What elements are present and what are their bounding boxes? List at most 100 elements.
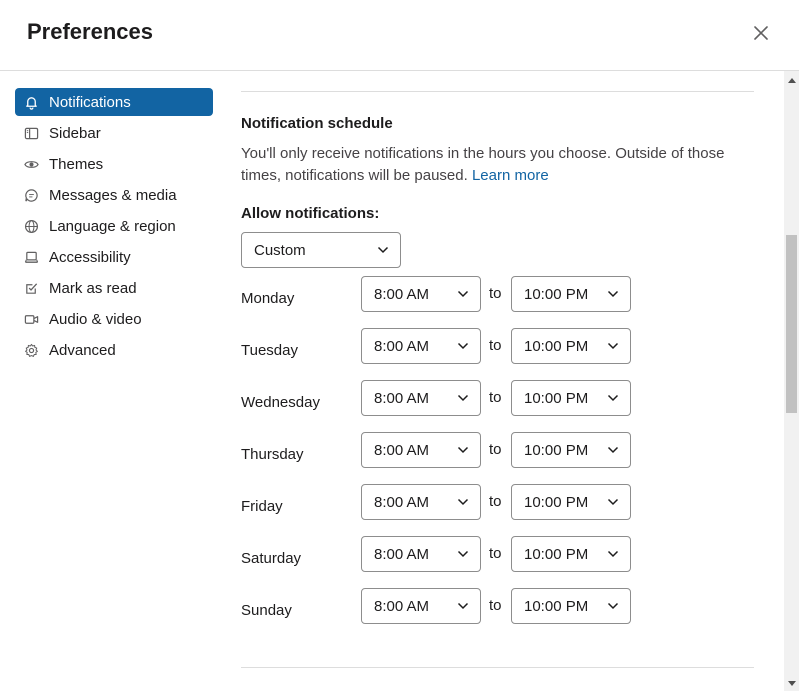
day-label: Thursday — [241, 446, 304, 463]
learn-more-link[interactable]: Learn more — [472, 167, 549, 184]
close-icon — [754, 26, 768, 40]
sidebar-item-advanced[interactable]: Advanced — [15, 336, 213, 364]
end-time-value: 10:00 PM — [524, 389, 589, 407]
gear-icon — [23, 342, 39, 358]
bell-icon — [23, 94, 39, 110]
end-time-select[interactable]: 10:00 PM — [511, 328, 631, 364]
sidebar-icon — [23, 125, 39, 141]
start-time-value: 8:00 AM — [374, 285, 430, 303]
end-time-value: 10:00 PM — [524, 597, 589, 615]
chevron-down-icon — [606, 495, 620, 509]
dialog-header: Preferences — [0, 0, 799, 71]
scroll-down-arrow[interactable] — [786, 678, 797, 690]
sidebar-item-label: Mark as read — [49, 279, 137, 297]
end-time-select[interactable]: 10:00 PM — [511, 380, 631, 416]
section-title: Notification schedule — [241, 115, 393, 132]
start-time-select[interactable]: 8:00 AM — [361, 276, 481, 312]
end-time-select[interactable]: 10:00 PM — [511, 276, 631, 312]
message-icon — [23, 187, 39, 203]
to-label: to — [489, 389, 502, 406]
to-label: to — [489, 493, 502, 510]
chevron-down-icon — [376, 243, 390, 257]
to-label: to — [489, 597, 502, 614]
to-label: to — [489, 285, 502, 302]
sidebar-item-label: Sidebar — [49, 124, 101, 142]
day-row-friday: Friday 8:00 AM to 10:00 PM — [241, 484, 754, 520]
to-label: to — [489, 337, 502, 354]
chevron-down-icon — [606, 547, 620, 561]
start-time-select[interactable]: 8:00 AM — [361, 484, 481, 520]
sidebar-item-label: Messages & media — [49, 186, 177, 204]
day-row-wednesday: Wednesday 8:00 AM to 10:00 PM — [241, 380, 754, 416]
start-time-value: 8:00 AM — [374, 597, 430, 615]
end-time-value: 10:00 PM — [524, 493, 589, 511]
end-time-select[interactable]: 10:00 PM — [511, 588, 631, 624]
end-time-value: 10:00 PM — [524, 337, 589, 355]
day-label: Friday — [241, 498, 283, 515]
chevron-down-icon — [456, 339, 470, 353]
sidebar-item-language-region[interactable]: Language & region — [15, 212, 213, 240]
start-time-select[interactable]: 8:00 AM — [361, 588, 481, 624]
sidebar-item-label: Audio & video — [49, 310, 142, 328]
start-time-value: 8:00 AM — [374, 545, 430, 563]
day-label: Tuesday — [241, 342, 298, 359]
allow-notifications-select[interactable]: Custom — [241, 232, 401, 268]
allow-notifications-value: Custom — [254, 241, 306, 259]
arrow-up-icon — [787, 78, 796, 83]
sidebar-item-sidebar[interactable]: Sidebar — [15, 119, 213, 147]
day-row-saturday: Saturday 8:00 AM to 10:00 PM — [241, 536, 754, 572]
video-icon — [23, 311, 39, 327]
chevron-down-icon — [456, 599, 470, 613]
end-time-value: 10:00 PM — [524, 285, 589, 303]
start-time-value: 8:00 AM — [374, 337, 430, 355]
chevron-down-icon — [606, 339, 620, 353]
sidebar-item-label: Accessibility — [49, 248, 131, 266]
section-description: You'll only receive notifications in the… — [241, 143, 741, 186]
sidebar-item-accessibility[interactable]: Accessibility — [15, 243, 213, 271]
day-row-sunday: Sunday 8:00 AM to 10:00 PM — [241, 588, 754, 624]
sidebar-item-audio-video[interactable]: Audio & video — [15, 305, 213, 333]
end-time-select[interactable]: 10:00 PM — [511, 536, 631, 572]
close-button[interactable] — [746, 18, 776, 48]
start-time-select[interactable]: 8:00 AM — [361, 432, 481, 468]
start-time-select[interactable]: 8:00 AM — [361, 380, 481, 416]
chevron-down-icon — [456, 391, 470, 405]
end-time-select[interactable]: 10:00 PM — [511, 432, 631, 468]
chevron-down-icon — [456, 287, 470, 301]
laptop-icon — [23, 249, 39, 265]
scroll-up-arrow[interactable] — [786, 74, 797, 86]
end-time-value: 10:00 PM — [524, 441, 589, 459]
sidebar-item-messages-media[interactable]: Messages & media — [15, 181, 213, 209]
day-row-thursday: Thursday 8:00 AM to 10:00 PM — [241, 432, 754, 468]
sidebar-item-mark-as-read[interactable]: Mark as read — [15, 274, 213, 302]
start-time-value: 8:00 AM — [374, 389, 430, 407]
day-row-monday: Monday 8:00 AM to 10:00 PM — [241, 276, 754, 312]
sidebar-item-label: Advanced — [49, 341, 116, 359]
day-label: Sunday — [241, 602, 292, 619]
sidebar-item-label: Themes — [49, 155, 104, 173]
start-time-select[interactable]: 8:00 AM — [361, 328, 481, 364]
globe-icon — [23, 218, 39, 234]
preferences-sidebar: Notifications Sidebar Themes Messages & … — [15, 88, 213, 367]
section-divider-bottom — [241, 667, 754, 668]
chevron-down-icon — [456, 495, 470, 509]
arrow-down-icon — [787, 681, 796, 686]
chevron-down-icon — [606, 391, 620, 405]
dialog-title: Preferences — [27, 19, 153, 44]
sidebar-item-notifications[interactable]: Notifications — [15, 88, 213, 116]
start-time-select[interactable]: 8:00 AM — [361, 536, 481, 572]
sidebar-item-themes[interactable]: Themes — [15, 150, 213, 178]
day-row-tuesday: Tuesday 8:00 AM to 10:00 PM — [241, 328, 754, 364]
scrollbar-thumb[interactable] — [786, 235, 797, 413]
allow-notifications-label: Allow notifications: — [241, 205, 380, 222]
start-time-value: 8:00 AM — [374, 441, 430, 459]
section-divider-top — [241, 91, 754, 92]
end-time-select[interactable]: 10:00 PM — [511, 484, 631, 520]
chevron-down-icon — [456, 443, 470, 457]
sidebar-item-label: Notifications — [49, 93, 131, 111]
to-label: to — [489, 545, 502, 562]
start-time-value: 8:00 AM — [374, 493, 430, 511]
eye-icon — [23, 156, 39, 172]
day-label: Monday — [241, 290, 295, 307]
chevron-down-icon — [456, 547, 470, 561]
